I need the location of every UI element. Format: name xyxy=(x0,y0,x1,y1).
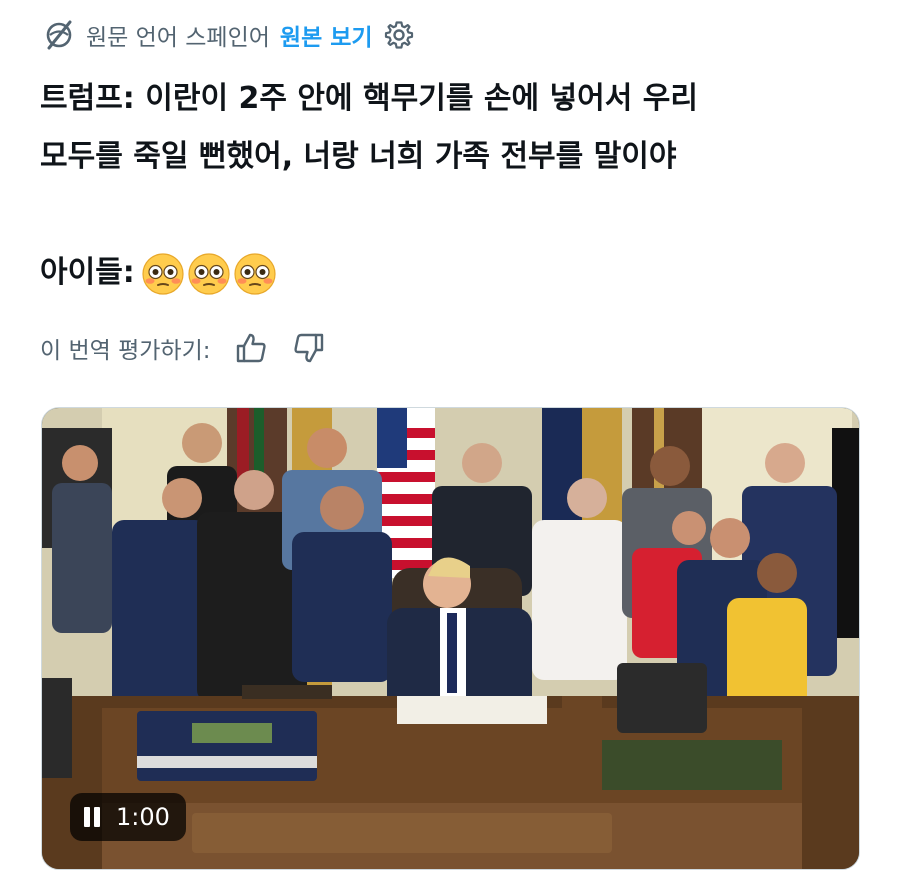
source-language-label: 원문 언어 스페인어 xyxy=(86,25,270,51)
video-time: 1:00 xyxy=(116,803,170,831)
tweet-text: 트럼프: 이란이 2주 안에 핵무기를 손에 넣어서 우리 모두를 죽일 뻔했어… xyxy=(40,70,860,302)
pause-icon[interactable] xyxy=(84,807,100,827)
tweet-line: 모두를 죽일 뻔했어, 너랑 너희 가족 전부를 말이야 xyxy=(40,139,677,174)
flushed-face-emoji xyxy=(188,252,230,295)
tweet-line-kids: 아이들: xyxy=(40,244,860,302)
tweet-line: 아이들: xyxy=(40,255,135,290)
globe-slash-icon xyxy=(46,20,72,50)
translation-header: 원문 언어 스페인어 원본 보기 xyxy=(42,14,415,56)
flushed-face-emoji xyxy=(234,252,276,295)
video-player[interactable]: 1:00 xyxy=(41,407,860,870)
video-controls: 1:00 xyxy=(70,793,186,841)
flushed-face-emoji xyxy=(142,252,184,295)
gear-icon[interactable] xyxy=(383,19,415,51)
show-original-link[interactable]: 원본 보기 xyxy=(280,18,373,52)
emoji-group xyxy=(141,252,277,296)
rate-translation-bar: 이 번역 평가하기: xyxy=(40,326,327,370)
thumbs-up-icon[interactable] xyxy=(233,330,269,366)
tweet-line: 트럼프: 이란이 2주 안에 핵무기를 손에 넣어서 우리 xyxy=(40,81,698,116)
rate-translation-label: 이 번역 평가하기: xyxy=(40,338,211,364)
thumbs-down-icon[interactable] xyxy=(291,330,327,366)
